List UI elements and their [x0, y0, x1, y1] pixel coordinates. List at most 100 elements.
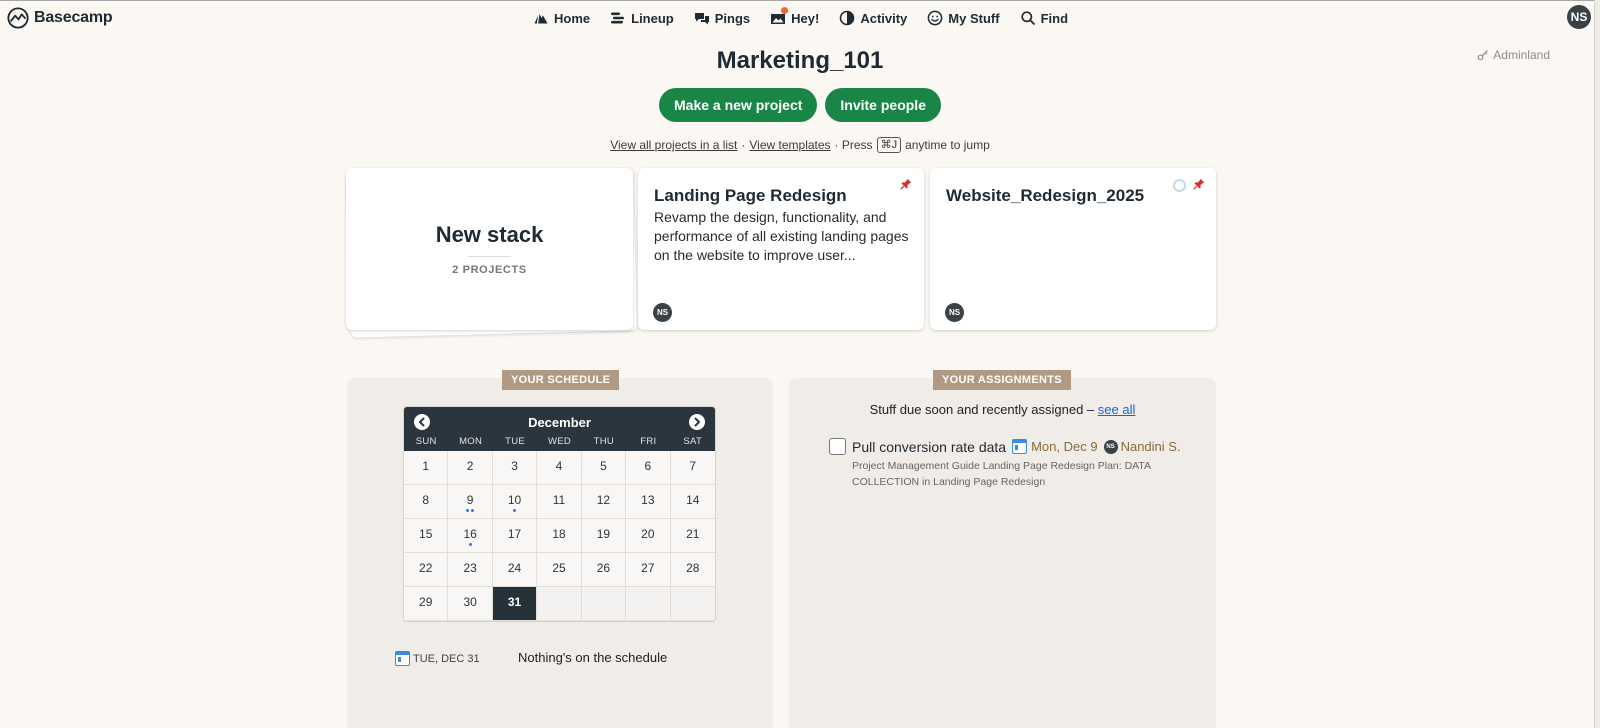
calendar-grid: 1 2 3 4 5 6 7 8 9 10 11 12 13 14 15 16 17 18 19 20 21 22 23 24 2…	[404, 451, 715, 621]
calendar-day[interactable]: 16	[448, 519, 493, 553]
home-icon	[533, 10, 549, 26]
basecamp-home: Basecamp Home Lineup Pings Hey! Activity…	[0, 0, 1600, 728]
calendar-day[interactable]: 27	[626, 553, 671, 587]
view-templates-link[interactable]: View templates	[749, 138, 830, 152]
progress-ring-icon	[1173, 179, 1186, 192]
calendar-day-number: 3	[511, 459, 518, 473]
calendar-day[interactable]: 4	[537, 451, 582, 485]
calendar-day-number: 26	[596, 561, 611, 575]
schedule-tag: YOUR SCHEDULE	[502, 370, 620, 390]
calendar-day-number: 30	[463, 595, 477, 609]
nav-activity[interactable]: Activity	[839, 8, 907, 28]
calendar-day[interactable]: 12	[581, 485, 627, 519]
nav-activity-label: Activity	[860, 10, 908, 26]
nav-pings[interactable]: Pings	[694, 8, 750, 28]
assignee-avatar: NS	[1103, 439, 1118, 454]
weekday-label: THU	[593, 436, 615, 447]
selected-date-label: TUE, DEC 31	[413, 652, 480, 665]
event-dots	[468, 543, 472, 546]
calendar-day[interactable]: 15	[404, 519, 449, 553]
nav-home[interactable]: Home	[533, 8, 590, 28]
hey-icon	[770, 7, 789, 26]
todo-checkbox[interactable]	[829, 438, 846, 455]
calendar-day[interactable]: 19	[581, 519, 627, 553]
nav-hey[interactable]: Hey!	[770, 7, 819, 28]
stack-card[interactable]: New stack 2 PROJECTS	[346, 168, 633, 330]
calendar-day[interactable]: 21	[670, 519, 715, 553]
calendar-day[interactable]: 30	[448, 587, 493, 621]
todo-row: Pull conversion rate data Mon, Dec 9 NS …	[829, 438, 1189, 455]
calendar-day[interactable]: 22	[404, 553, 449, 587]
calendar-day[interactable]: 13	[626, 485, 671, 519]
project-title: Website_Redesign_2025	[946, 186, 1145, 205]
calendar-day-number: 2	[466, 459, 474, 473]
member-avatar: NS	[945, 303, 964, 322]
calendar-header: December SUN MON TUE WED THU FRI SAT	[404, 407, 715, 451]
calendar-day-number: 28	[686, 561, 700, 575]
see-all-link[interactable]: see all	[1098, 402, 1136, 417]
calendar-day[interactable]: 17	[492, 519, 538, 553]
calendar-day[interactable]: 11	[537, 485, 582, 519]
weekday-label: WED	[547, 436, 572, 447]
calendar-icon	[395, 651, 410, 666]
calendar-day[interactable]: 28	[670, 553, 715, 587]
calendar-day[interactable]: 23	[448, 553, 493, 587]
calendar-day-number: 5	[600, 459, 607, 473]
nav-find-label: Find	[1040, 10, 1069, 26]
calendar-day[interactable]: 6	[626, 451, 671, 485]
calendar-day-number: 19	[596, 527, 611, 541]
calendar-day-number: 18	[552, 527, 566, 541]
calendar-day[interactable]: 25	[537, 553, 582, 587]
calendar-day-number: 25	[552, 561, 566, 575]
calendar-day-number: 9	[466, 493, 474, 507]
basecamp-logo[interactable]: Basecamp	[7, 7, 113, 29]
user-avatar[interactable]: NS	[1567, 5, 1591, 29]
calendar-day[interactable]: 1	[404, 451, 449, 485]
member-avatar: NS	[653, 303, 672, 322]
calendar-day-number: 6	[644, 459, 652, 473]
weekday-label: SAT	[683, 436, 703, 447]
project-card[interactable]: Website_Redesign_2025 NS	[930, 168, 1216, 330]
calendar-day[interactable]: 5	[581, 451, 627, 485]
calendar-day-number: 23	[463, 561, 477, 575]
next-month-button[interactable]	[689, 414, 705, 430]
calendar-day-number: 13	[641, 493, 655, 507]
nav-my-stuff[interactable]: My Stuff	[927, 8, 1000, 28]
project-card[interactable]: Landing Page Redesign Revamp the design,…	[638, 168, 924, 330]
calendar-day-number: 4	[555, 459, 563, 473]
calendar-day-number: 12	[596, 493, 611, 507]
todo-context: Project Management Guide Landing Page Re…	[852, 460, 1151, 488]
nav-find[interactable]: Find	[1020, 8, 1068, 28]
todo-assignee: NS Nandini S.	[1103, 439, 1181, 454]
calendar-day[interactable]: 31	[492, 587, 538, 621]
assignments-intro: Stuff due soon and recently assigned – s…	[789, 402, 1216, 417]
weekday-label: MON	[459, 436, 483, 447]
link-separator: ·	[741, 138, 746, 152]
stack-divider	[468, 256, 511, 257]
todo-due-label: Mon, Dec 9	[1031, 439, 1098, 454]
calendar-day[interactable]: 9	[448, 485, 493, 519]
calendar-day[interactable]: 8	[404, 485, 449, 519]
calendar-day[interactable]: 3	[492, 451, 538, 485]
pin-icon[interactable]	[1193, 178, 1205, 190]
calendar-month: December	[528, 415, 591, 430]
top-divider	[0, 0, 1600, 1]
helper-links: View all projects in a list · View templ…	[0, 137, 1600, 153]
todo-title[interactable]: Pull conversion rate data	[852, 439, 1006, 455]
calendar-day[interactable]: 26	[581, 553, 627, 587]
view-all-projects-link[interactable]: View all projects in a list	[610, 138, 737, 152]
pin-icon[interactable]	[900, 178, 912, 190]
calendar-day[interactable]: 29	[404, 587, 449, 621]
calendar-day[interactable]: 10	[492, 485, 538, 519]
calendar-day[interactable]: 24	[492, 553, 538, 587]
calendar-day[interactable]: 14	[670, 485, 715, 519]
make-new-project-button[interactable]: Make a new project	[659, 88, 818, 122]
nav-lineup[interactable]: Lineup	[610, 8, 674, 28]
nav-lineup-label: Lineup	[631, 10, 674, 26]
invite-people-button[interactable]: Invite people	[825, 88, 941, 122]
calendar-day[interactable]: 2	[448, 451, 493, 485]
calendar-day[interactable]: 7	[670, 451, 715, 485]
calendar-day[interactable]: 20	[626, 519, 671, 553]
calendar-day[interactable]: 18	[537, 519, 582, 553]
chevron-right-icon	[694, 417, 700, 427]
